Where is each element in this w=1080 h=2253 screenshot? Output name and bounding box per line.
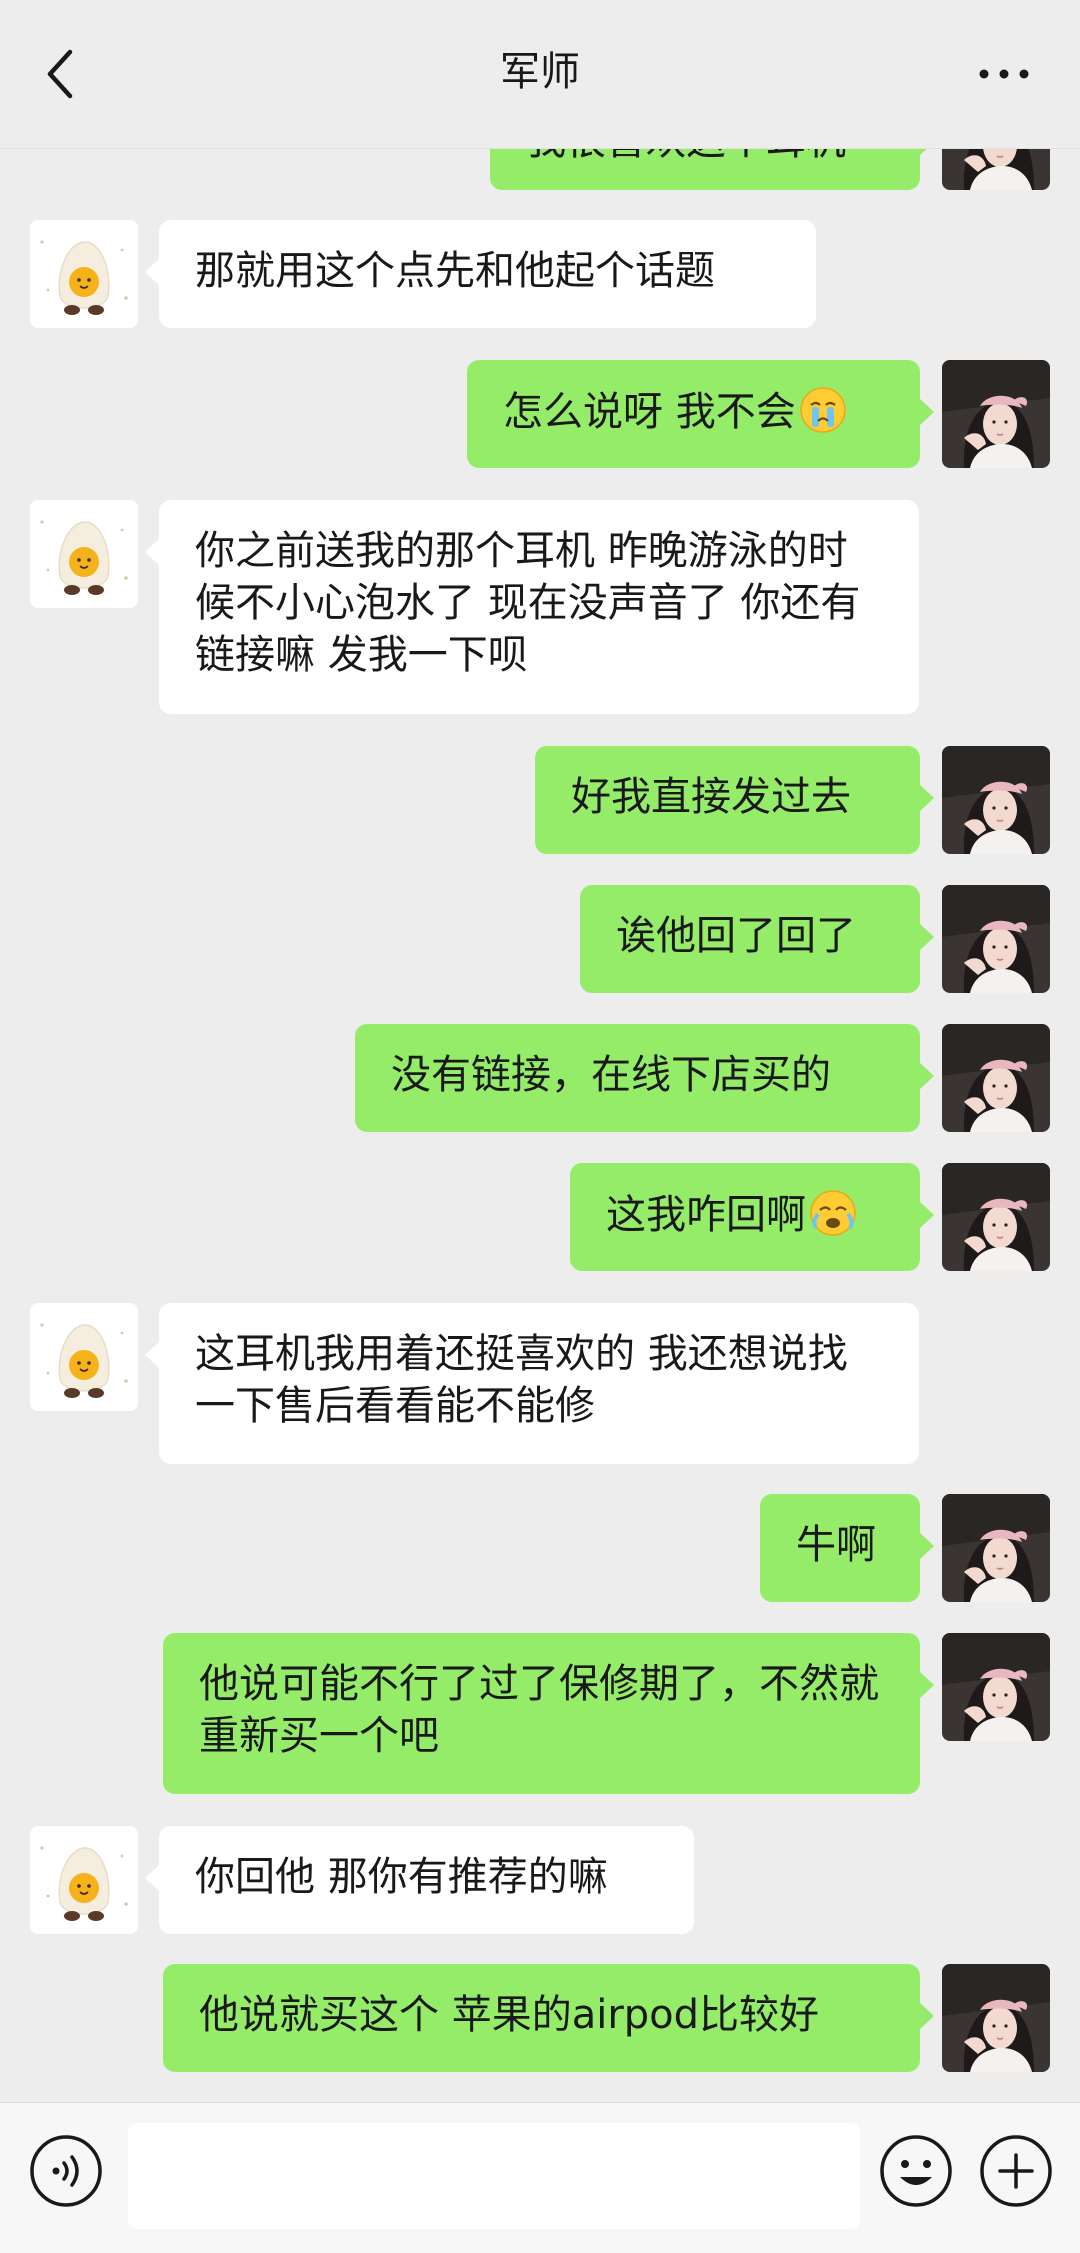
message-text: 你回他 那你有推荐的嘛 <box>195 1854 608 1900</box>
message-text: 你之前送我的那个耳机 昨晚游泳的时候不小心泡水了 现在没声音了 你还有链接嘛 发… <box>195 528 861 678</box>
message-bubble-outgoing[interactable]: 怎么说呀 我不会 <box>467 360 934 468</box>
message-bubble-outgoing[interactable]: 牛啊 <box>760 1494 934 1602</box>
message-bubble-outgoing[interactable]: 没有链接，在线下店买的 <box>355 1024 934 1132</box>
my-avatar[interactable] <box>942 1163 1050 1271</box>
message-bubble-incoming[interactable]: 你回他 那你有推荐的嘛 <box>145 1826 694 1934</box>
message-text: 牛啊 <box>796 1522 876 1568</box>
my-avatar[interactable] <box>942 746 1050 854</box>
message-text: 他说可能不行了过了保修期了，不然就重新买一个吧 <box>199 1661 879 1759</box>
message-text: 他说就买这个 苹果的airpod比较好 <box>199 1992 820 2038</box>
chat-header: 军师 <box>0 0 1080 149</box>
my-avatar[interactable] <box>942 360 1050 468</box>
message-bubble-incoming[interactable]: 那就用这个点先和他起个话题 <box>145 220 816 328</box>
contact-avatar[interactable] <box>30 1826 138 1934</box>
chat-message-list[interactable]: 我很喜欢这个耳机 那就用这个点先和他起个话题 怎么说呀 我不会 你之前送我的那个… <box>0 0 1080 2102</box>
message-text: 这耳机我用着还挺喜欢的 我还想说找一下售后看看能不能修 <box>195 1331 848 1429</box>
message-bubble-incoming[interactable]: 这耳机我用着还挺喜欢的 我还想说找一下售后看看能不能修 <box>145 1303 919 1464</box>
my-avatar[interactable] <box>942 885 1050 993</box>
message-bubble-outgoing[interactable]: 这我咋回啊 <box>570 1163 934 1271</box>
message-text: 诶他回了回了 <box>616 913 856 959</box>
message-bubble-outgoing[interactable]: 诶他回了回了 <box>580 885 934 993</box>
my-avatar[interactable] <box>942 1633 1050 1741</box>
loudly-crying-face-emoji <box>810 1190 856 1236</box>
message-bubble-outgoing[interactable]: 他说就买这个 苹果的airpod比较好 <box>163 1964 934 2072</box>
plus-circle-icon[interactable] <box>978 2133 1054 2209</box>
voice-input-icon[interactable] <box>28 2133 104 2209</box>
input-bar <box>0 2102 1080 2253</box>
contact-avatar[interactable] <box>30 500 138 608</box>
message-bubble-outgoing[interactable]: 他说可能不行了过了保修期了，不然就重新买一个吧 <box>163 1633 934 1794</box>
my-avatar[interactable] <box>942 1964 1050 2072</box>
contact-avatar[interactable] <box>30 220 138 328</box>
message-text: 怎么说呀 我不会 <box>503 389 796 435</box>
chat-title: 军师 <box>500 49 580 95</box>
my-avatar[interactable] <box>942 1494 1050 1602</box>
message-input[interactable] <box>128 2123 860 2229</box>
message-text: 这我咋回啊 <box>606 1192 806 1238</box>
message-text: 没有链接，在线下店买的 <box>391 1052 831 1098</box>
crying-face-emoji <box>799 387 846 433</box>
my-avatar[interactable] <box>942 1024 1050 1132</box>
more-dots-icon[interactable] <box>976 52 1032 96</box>
message-bubble-outgoing[interactable]: 好我直接发过去 <box>535 746 934 854</box>
message-bubble-incoming[interactable]: 你之前送我的那个耳机 昨晚游泳的时候不小心泡水了 现在没声音了 你还有链接嘛 发… <box>145 500 919 714</box>
contact-avatar[interactable] <box>30 1303 138 1411</box>
message-text: 那就用这个点先和他起个话题 <box>195 248 715 294</box>
emoji-smile-icon[interactable] <box>878 2133 954 2209</box>
message-text: 好我直接发过去 <box>571 774 851 820</box>
